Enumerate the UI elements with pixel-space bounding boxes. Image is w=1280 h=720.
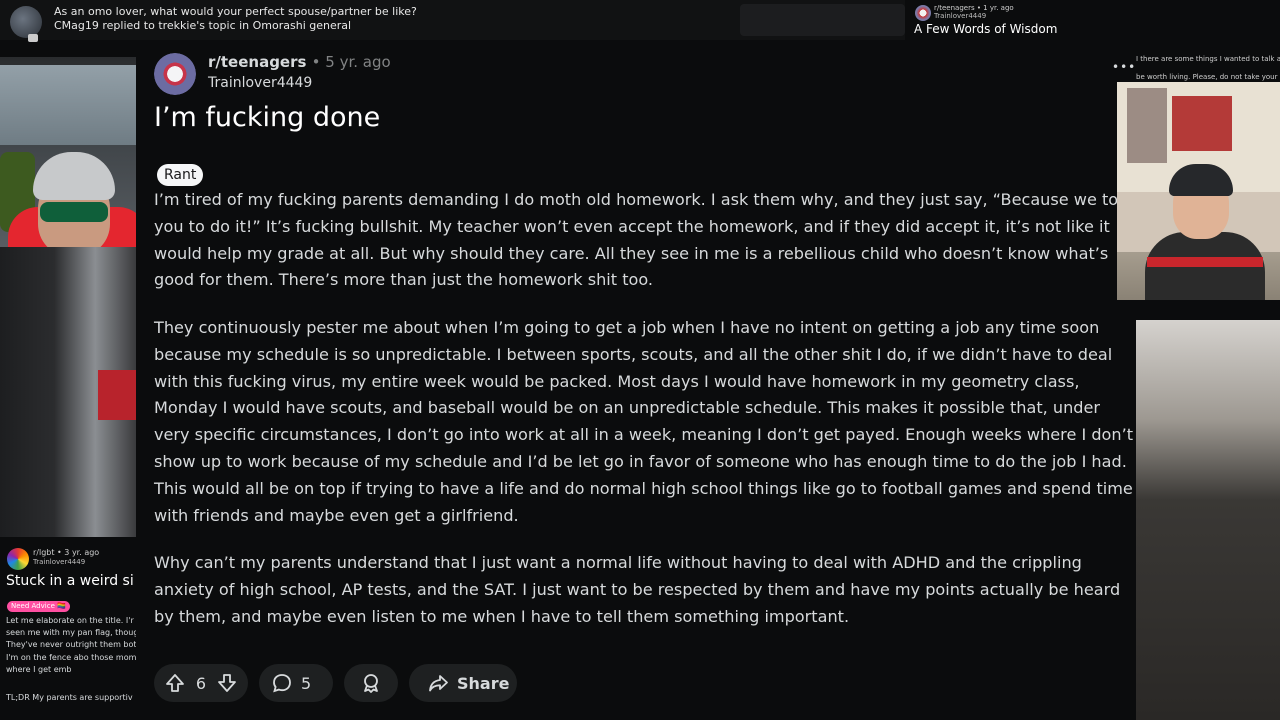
notification-bar[interactable]: As an omo lover, what would your perfect… <box>0 0 905 42</box>
more-options-icon[interactable]: ••• <box>1112 60 1136 74</box>
left-card-tldr: TL;DR My parents are supportiv <box>6 693 133 702</box>
post-actions: 6 5 Share <box>154 664 517 702</box>
subreddit-avatar <box>7 548 29 570</box>
mini-post-user[interactable]: Trainlover4449 <box>934 12 986 20</box>
post-subreddit[interactable]: r/teenagers • 5 yr. ago <box>208 53 391 71</box>
background-video-right <box>1136 320 1280 720</box>
comment-count: 5 <box>301 673 312 693</box>
left-card-subreddit[interactable]: r/lgbt • 3 yr. ago <box>33 548 99 557</box>
webcam-right <box>1117 82 1280 300</box>
mini-post-title[interactable]: A Few Words of Wisdom <box>914 22 1057 36</box>
mini-post-subreddit[interactable]: r/teenagers • 1 yr. ago <box>934 4 1014 12</box>
post-paragraph: They continuously pester me about when I… <box>154 318 1134 525</box>
post-title: I’m fucking done <box>154 102 381 133</box>
left-card-user[interactable]: Trainlover4449 <box>33 558 85 566</box>
right-preview-text: I there are some things I wanted to talk… <box>1136 55 1280 63</box>
notification-avatar <box>10 6 42 38</box>
post-age: • 5 yr. ago <box>311 53 391 71</box>
award-button[interactable] <box>344 664 398 702</box>
subreddit-name[interactable]: r/teenagers <box>208 53 306 71</box>
vote-control: 6 <box>154 664 248 702</box>
post-flair[interactable]: Rant <box>157 164 204 186</box>
comment-icon <box>271 672 293 694</box>
left-card-body: Let me elaborate on the title. I'r have … <box>6 616 136 674</box>
share-label: Share <box>457 673 510 693</box>
left-card-title[interactable]: Stuck in a weird si <box>6 573 134 589</box>
award-icon <box>360 672 382 694</box>
subreddit-avatar <box>915 5 931 21</box>
notification-subtitle: CMag19 replied to trekkie's topic in Omo… <box>54 19 352 32</box>
right-preview-text: be worth living. Please, do not take you… <box>1136 73 1280 81</box>
comments-button[interactable]: 5 <box>259 664 333 702</box>
post-author[interactable]: Trainlover4449 <box>208 75 312 91</box>
post-paragraph: I’m tired of my fucking parents demandin… <box>154 190 1133 290</box>
background-video-left <box>0 247 136 537</box>
vote-count: 6 <box>195 673 207 693</box>
share-button[interactable]: Share <box>409 664 517 702</box>
left-post-card[interactable]: r/lgbt • 3 yr. ago Trainlover4449 Stuck … <box>0 540 136 720</box>
notification-title[interactable]: As an omo lover, what would your perfect… <box>54 5 417 18</box>
subreddit-avatar[interactable] <box>154 53 196 95</box>
left-card-flair: Need Advice 🏳️‍🌈 <box>7 601 70 612</box>
downvote-icon[interactable] <box>216 672 238 694</box>
blurred-region <box>740 4 905 36</box>
webcam-left <box>0 57 143 247</box>
post-container: r/teenagers • 5 yr. ago Trainlover4449 I… <box>136 40 1136 720</box>
chat-bubble-icon <box>28 34 38 42</box>
upvote-icon[interactable] <box>164 672 186 694</box>
share-icon <box>427 672 449 694</box>
post-paragraph: Why can’t my parents understand that I j… <box>154 553 1121 626</box>
mini-post-card[interactable]: r/teenagers • 1 yr. ago Trainlover4449 A… <box>905 0 1280 40</box>
